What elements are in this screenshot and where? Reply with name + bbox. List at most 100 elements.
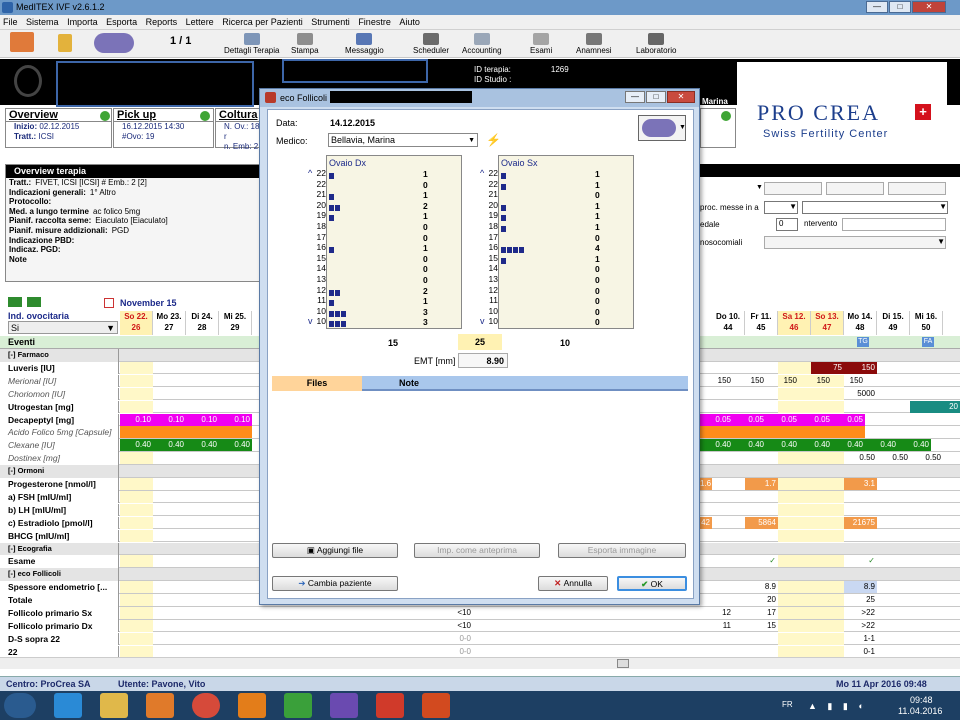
accounting-button[interactable]: Accounting	[462, 33, 502, 55]
day-header-cell[interactable]: Mo 14. 48	[844, 311, 877, 335]
dose-cell[interactable]: 0.40	[733, 439, 766, 452]
explorer-icon[interactable]	[100, 693, 128, 718]
follicle-row[interactable]: 0	[327, 222, 463, 232]
follicle-row[interactable]: 1	[499, 211, 635, 222]
dose-cell[interactable]: 0.10	[186, 413, 219, 426]
green-app-icon[interactable]	[284, 693, 312, 718]
tab-files[interactable]: Files	[272, 376, 362, 391]
dose-cell[interactable]: 0.40	[898, 439, 931, 452]
dose-cell[interactable]	[766, 426, 799, 439]
day-header-cell[interactable]: So 13. 47	[811, 311, 844, 335]
follicle-row[interactable]: 1	[327, 243, 463, 254]
grid-row-label[interactable]: [-] Farmaco	[0, 349, 119, 362]
dose-cell[interactable]: 0.05	[733, 413, 766, 426]
value-cell[interactable]: 20	[910, 400, 960, 413]
fa-tag[interactable]: FA	[922, 337, 934, 347]
value-cell[interactable]: 150	[700, 375, 733, 387]
dose-cell[interactable]	[700, 426, 733, 439]
value-cell[interactable]: >22	[844, 620, 877, 632]
follicle-row[interactable]: 1	[499, 222, 635, 232]
value-cell[interactable]: 0-0	[440, 633, 473, 645]
intervento-field[interactable]	[842, 218, 946, 231]
follicle-row[interactable]: 0	[327, 254, 463, 264]
overview-panel[interactable]: Overview Inizio: 02.12.2015 Tratt.: ICSI	[5, 108, 112, 148]
value-cell[interactable]: 8.9	[844, 581, 877, 594]
dose-cell[interactable]: 0.40	[799, 439, 832, 452]
count-stepper[interactable]: 0	[776, 218, 798, 231]
value-cell[interactable]: 0.50	[910, 452, 943, 464]
follicle-row[interactable]: 0	[499, 233, 635, 243]
ok-button[interactable]: ✔ OK	[617, 576, 687, 591]
value-cell[interactable]: 0-1	[844, 646, 877, 658]
dose-cell[interactable]	[219, 426, 252, 439]
value-cell[interactable]: 15	[745, 620, 778, 632]
value-cell[interactable]: ✓	[844, 555, 877, 567]
laboratorio-button[interactable]: Laboratorio	[636, 33, 676, 55]
follicle-row[interactable]: 1	[499, 254, 635, 264]
lock-button[interactable]	[58, 34, 72, 53]
follicle-row[interactable]: 0	[499, 275, 635, 285]
value-cell[interactable]: 150	[844, 361, 877, 374]
grid-row-label[interactable]: [-] eco Follicoli	[0, 568, 119, 581]
follicle-row[interactable]: 1	[327, 190, 463, 201]
follicle-row[interactable]: 1	[327, 296, 463, 307]
media-player-icon[interactable]	[146, 693, 174, 718]
grid-row-label[interactable]: [-] Ormoni	[0, 465, 119, 478]
value-cell[interactable]: >22	[844, 607, 877, 619]
follicle-row[interactable]: 0	[499, 307, 635, 317]
messaggio-button[interactable]: Messaggio	[345, 33, 384, 55]
value-cell[interactable]: 20	[745, 594, 778, 606]
purple-app-icon[interactable]	[330, 693, 358, 718]
value-cell[interactable]: ✓	[745, 555, 778, 567]
language-indicator[interactable]: FR	[782, 700, 793, 709]
dialog-maximize-button[interactable]: □	[646, 91, 666, 103]
menu-finestre[interactable]: Finestre	[355, 15, 394, 30]
day-header-cell[interactable]: Do 10. 44	[712, 311, 745, 335]
maximize-button[interactable]: □	[889, 1, 911, 13]
chrome-icon[interactable]	[192, 693, 220, 718]
dialog-minimize-button[interactable]: —	[625, 91, 645, 103]
dose-cell[interactable]: 0.05	[766, 413, 799, 426]
value-cell[interactable]: 150	[832, 375, 865, 387]
dialog-close-button[interactable]: ✕	[667, 91, 695, 103]
close-button[interactable]: ✕	[912, 1, 946, 13]
value-cell[interactable]: 12	[700, 607, 733, 619]
proc-select-2[interactable]: ▼	[802, 201, 948, 214]
dose-cell[interactable]: 0.40	[186, 439, 219, 452]
nosocomiali-select[interactable]: ▼	[764, 236, 946, 249]
value-cell[interactable]: 11	[700, 620, 733, 632]
follicle-row[interactable]: 0	[327, 275, 463, 285]
emt-field[interactable]: 8.90	[458, 353, 508, 368]
dose-cell[interactable]: 0.40	[120, 439, 153, 452]
grid-row-label[interactable]: [-] Ecografia	[0, 542, 119, 556]
dose-cell[interactable]	[153, 426, 186, 439]
follicle-row[interactable]: 1	[327, 211, 463, 222]
dose-cell[interactable]	[186, 426, 219, 439]
dose-cell[interactable]: 0.40	[700, 439, 733, 452]
start-button[interactable]	[4, 693, 36, 718]
horizontal-scrollbar[interactable]	[0, 657, 960, 669]
dose-cell[interactable]: 0.40	[832, 439, 865, 452]
follicle-row[interactable]: 1	[327, 169, 463, 179]
follicle-row[interactable]: 1	[499, 201, 635, 211]
home-button[interactable]	[10, 32, 34, 53]
day-header-cell[interactable]: Sa 12. 46	[778, 311, 811, 335]
follicle-row[interactable]: 1	[499, 169, 635, 179]
calendar-icon[interactable]	[104, 298, 114, 308]
follicle-row[interactable]: 0	[327, 180, 463, 190]
chevron-up-icon[interactable]: ^	[308, 168, 312, 178]
tab-note[interactable]: Note	[364, 376, 454, 391]
value-cell[interactable]: 75	[811, 361, 844, 374]
proc-select[interactable]: ▼	[764, 201, 798, 214]
annulla-button[interactable]: ✕ Annulla	[538, 576, 608, 591]
calendar-tool-icon-2[interactable]	[27, 297, 41, 307]
value-cell[interactable]: 21675	[844, 516, 877, 529]
chevron-up-icon[interactable]: ^	[480, 168, 484, 178]
aggiungi-file-button[interactable]: ▣ Aggiungi file	[272, 543, 398, 558]
follicle-row[interactable]: 0	[499, 317, 635, 327]
day-header-cell[interactable]: Di 24. 28	[186, 311, 219, 335]
value-cell[interactable]: 42	[700, 516, 712, 529]
select-3[interactable]	[888, 182, 946, 195]
follicle-row[interactable]: 3	[327, 307, 463, 317]
follicle-row[interactable]: 0	[499, 190, 635, 200]
